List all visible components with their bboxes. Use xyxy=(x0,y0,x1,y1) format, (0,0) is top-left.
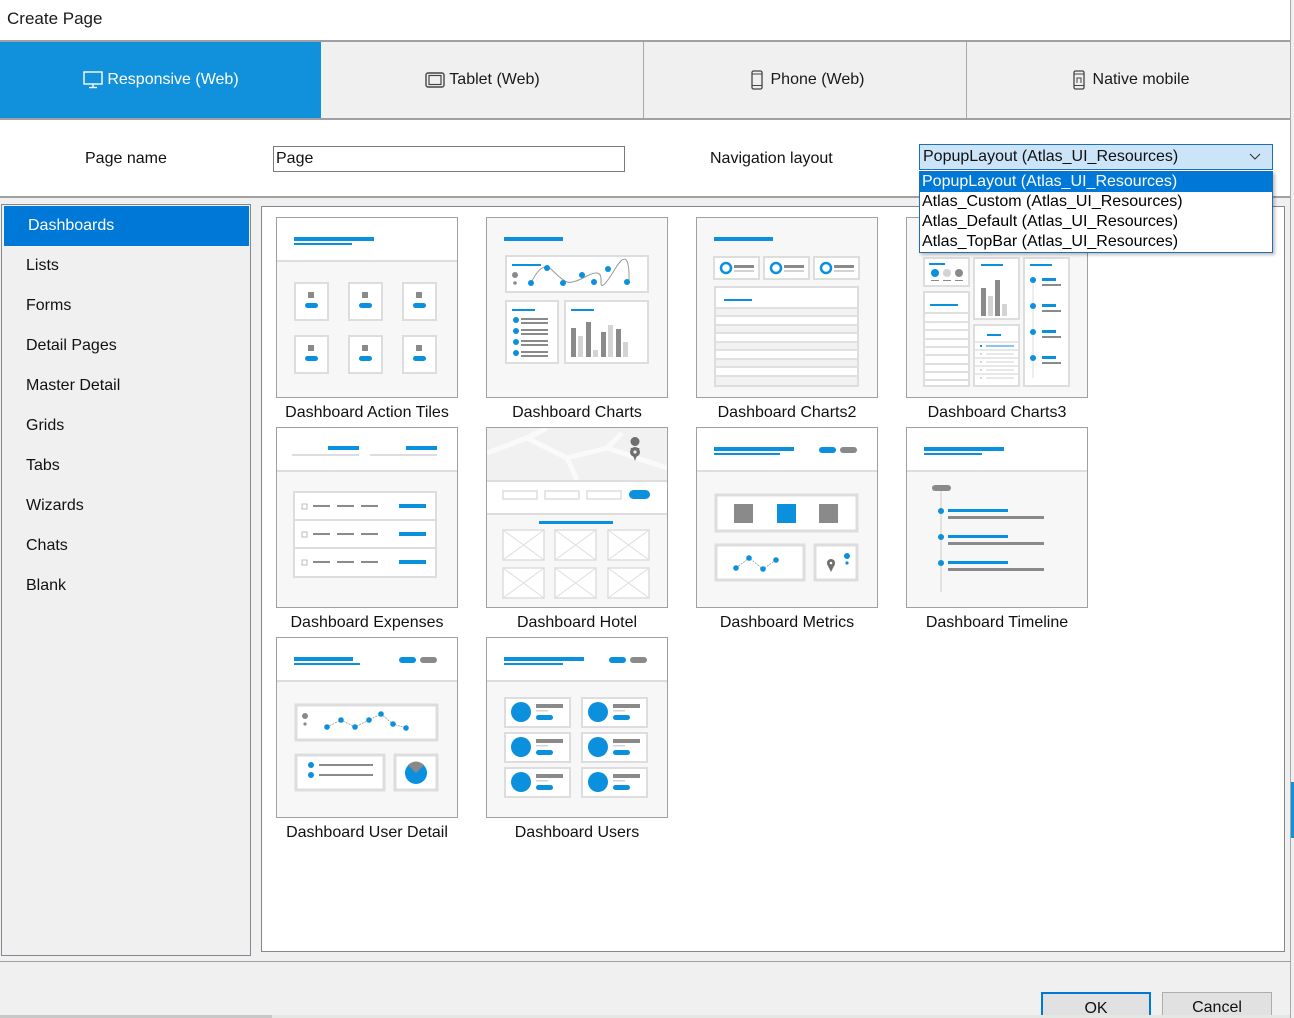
page-name-input[interactable] xyxy=(273,146,625,172)
template-dashboard-charts2[interactable]: Dashboard Charts2 xyxy=(696,217,878,422)
template-dashboard-expenses[interactable]: Dashboard Expenses xyxy=(276,427,458,632)
footer-divider xyxy=(0,961,1294,962)
dialog-title: Create Page xyxy=(7,9,103,28)
navigation-layout-select[interactable]: PopupLayout (Atlas_UI_Resources) xyxy=(919,144,1273,170)
dropdown-option[interactable]: Atlas_TopBar (Atlas_UI_Resources) xyxy=(920,232,1272,252)
template-name: Dashboard Hotel xyxy=(516,614,638,631)
tab-native-mobile[interactable]: Native mobile xyxy=(967,42,1290,118)
category-blank[interactable]: Blank xyxy=(2,566,250,606)
template-name: Dashboard Charts xyxy=(512,404,642,421)
dropdown-option[interactable]: PopupLayout (Atlas_UI_Resources) xyxy=(920,172,1272,192)
template-thumbnail xyxy=(276,217,458,398)
template-dashboard-hotel[interactable]: Dashboard Hotel xyxy=(486,427,668,632)
template-name: Dashboard Timeline xyxy=(925,614,1069,631)
tablet-icon xyxy=(424,69,446,91)
template-thumbnail xyxy=(696,427,878,608)
category-tabs[interactable]: Tabs xyxy=(2,446,250,486)
template-name: Dashboard Expenses xyxy=(290,614,444,631)
template-dashboard-user-detail[interactable]: Dashboard User Detail xyxy=(276,637,458,842)
tab-phone-web[interactable]: Phone (Web) xyxy=(644,42,967,118)
tab-label: Phone (Web) xyxy=(770,71,865,88)
category-grids[interactable]: Grids xyxy=(2,406,250,446)
category-detail-pages[interactable]: Detail Pages xyxy=(2,326,250,366)
category-wizards[interactable]: Wizards xyxy=(2,486,250,526)
template-name: Dashboard Metrics xyxy=(719,614,855,631)
tab-label: Native mobile xyxy=(1092,71,1190,88)
template-name: Dashboard Users xyxy=(514,824,640,841)
template-thumbnail xyxy=(486,427,668,608)
navigation-layout-label: Navigation layout xyxy=(710,150,833,167)
template-thumbnail xyxy=(276,637,458,818)
window-edge xyxy=(1290,0,1294,1018)
chevron-down-icon xyxy=(1249,153,1261,160)
category-chats[interactable]: Chats xyxy=(2,526,250,566)
navigation-layout-dropdown: PopupLayout (Atlas_UI_Resources) Atlas_C… xyxy=(919,171,1273,253)
category-master-detail[interactable]: Master Detail xyxy=(2,366,250,406)
template-dashboard-timeline[interactable]: Dashboard Timeline xyxy=(906,427,1088,632)
dropdown-option[interactable]: Atlas_Custom (Atlas_UI_Resources) xyxy=(920,192,1272,212)
phone-icon xyxy=(746,69,768,91)
tab-label: Tablet (Web) xyxy=(449,71,540,88)
template-dashboard-users[interactable]: Dashboard Users xyxy=(486,637,668,842)
tab-tablet-web[interactable]: Tablet (Web) xyxy=(321,42,644,118)
template-name: Dashboard Charts2 xyxy=(717,404,857,421)
category-forms[interactable]: Forms xyxy=(2,286,250,326)
device-tabs: Responsive (Web) Tablet (Web) Phone (Web… xyxy=(0,40,1290,120)
category-list: Dashboards Lists Forms Detail Pages Mast… xyxy=(1,204,251,956)
template-name: Dashboard User Detail xyxy=(286,824,448,841)
category-lists[interactable]: Lists xyxy=(2,246,250,286)
tab-responsive-web[interactable]: Responsive (Web) xyxy=(0,42,321,118)
create-page-dialog: Create Page Responsive (Web) Tablet (Web… xyxy=(0,0,1294,1018)
template-dashboard-metrics[interactable]: Dashboard Metrics xyxy=(696,427,878,632)
monitor-icon xyxy=(82,69,104,91)
title-bar: Create Page xyxy=(0,0,1290,40)
template-dashboard-charts[interactable]: Dashboard Charts xyxy=(486,217,668,422)
native-mobile-icon xyxy=(1068,69,1090,91)
template-thumbnail xyxy=(276,427,458,608)
template-thumbnail xyxy=(486,637,668,818)
template-name: Dashboard Action Tiles xyxy=(285,404,449,421)
template-gallery: Dashboard Action Tiles Dashboard Charts … xyxy=(261,206,1285,952)
template-thumbnail xyxy=(486,217,668,398)
tab-label: Responsive (Web) xyxy=(107,71,239,88)
page-name-label: Page name xyxy=(85,150,167,167)
category-dashboards[interactable]: Dashboards xyxy=(4,206,249,246)
template-name: Dashboard Charts3 xyxy=(927,404,1067,421)
template-thumbnail xyxy=(696,217,878,398)
template-thumbnail xyxy=(906,427,1088,608)
template-dashboard-action-tiles[interactable]: Dashboard Action Tiles xyxy=(276,217,458,422)
navigation-layout-selected: PopupLayout (Atlas_UI_Resources) xyxy=(923,148,1179,165)
dropdown-option[interactable]: Atlas_Default (Atlas_UI_Resources) xyxy=(920,212,1272,232)
